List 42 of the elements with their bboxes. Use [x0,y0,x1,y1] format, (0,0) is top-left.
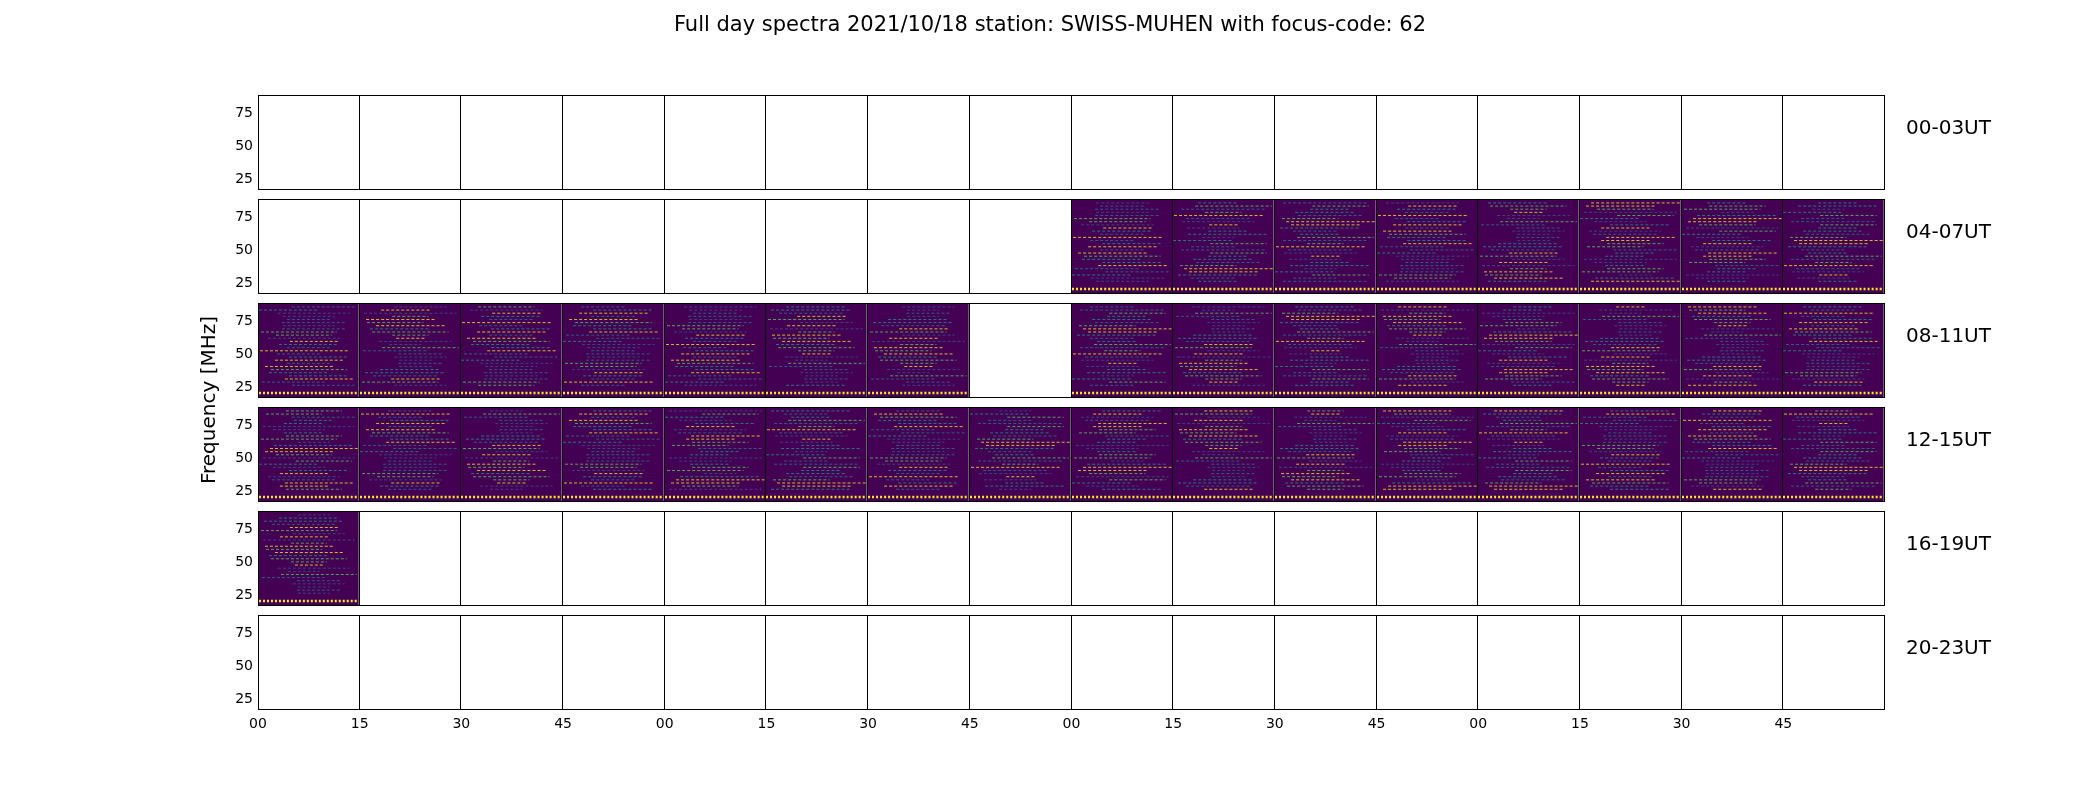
x-tick-label: 00 [1062,715,1081,731]
x-tick-label: 45 [1774,715,1793,731]
row-label: 08-11UT [1906,323,1991,349]
y-tick-label: 75 [235,104,253,120]
x-tick-label: 45 [554,715,572,731]
row-label: 20-23UT [1906,635,1991,661]
y-tick-label: 50 [235,137,253,153]
y-tick-label: 25 [235,274,253,290]
row-label: 16-19UT [1906,531,1991,557]
x-tick-label: 00 [655,715,674,731]
x-tick-label: 00 [249,715,267,731]
x-tick-label: 30 [1265,715,1284,731]
y-tick-label: 25 [235,170,253,186]
y-axis-label: Frequency [MHz] [196,315,220,485]
x-tick-label: 45 [1367,715,1386,731]
y-tick-label: 50 [235,449,253,465]
x-tick-label: 15 [1571,715,1589,731]
y-tick-label: 25 [235,586,253,602]
y-tick-label: 50 [235,553,253,569]
y-tick-label: 75 [235,312,253,328]
y-tick-label: 50 [235,241,253,257]
x-tick-label: 30 [1672,715,1691,731]
x-tick-label: 30 [859,715,878,731]
y-tick-label: 75 [235,624,253,640]
x-tick-label: 15 [1164,715,1183,731]
x-tick-label: 30 [452,715,471,731]
y-tick-label: 75 [235,208,253,224]
y-tick-label: 50 [235,345,253,361]
y-tick-label: 75 [235,416,253,432]
x-tick-label: 00 [1469,715,1488,731]
x-tick-label: 45 [960,715,979,731]
x-tick-label: 15 [350,715,369,731]
figure-title: Full day spectra 2021/10/18 station: SWISS-MUHEN with focus-code: 62 [672,11,1428,38]
x-tick-label: 15 [757,715,776,731]
y-tick-label: 75 [235,520,253,536]
row-label: 04-07UT [1906,219,1991,245]
y-tick-label: 25 [235,482,253,498]
y-tick-label: 25 [235,690,253,706]
y-tick-label: 25 [235,378,253,394]
y-tick-label: 50 [235,657,253,673]
row-label: 12-15UT [1906,427,1991,453]
row-label: 00-03UT [1906,115,1991,141]
